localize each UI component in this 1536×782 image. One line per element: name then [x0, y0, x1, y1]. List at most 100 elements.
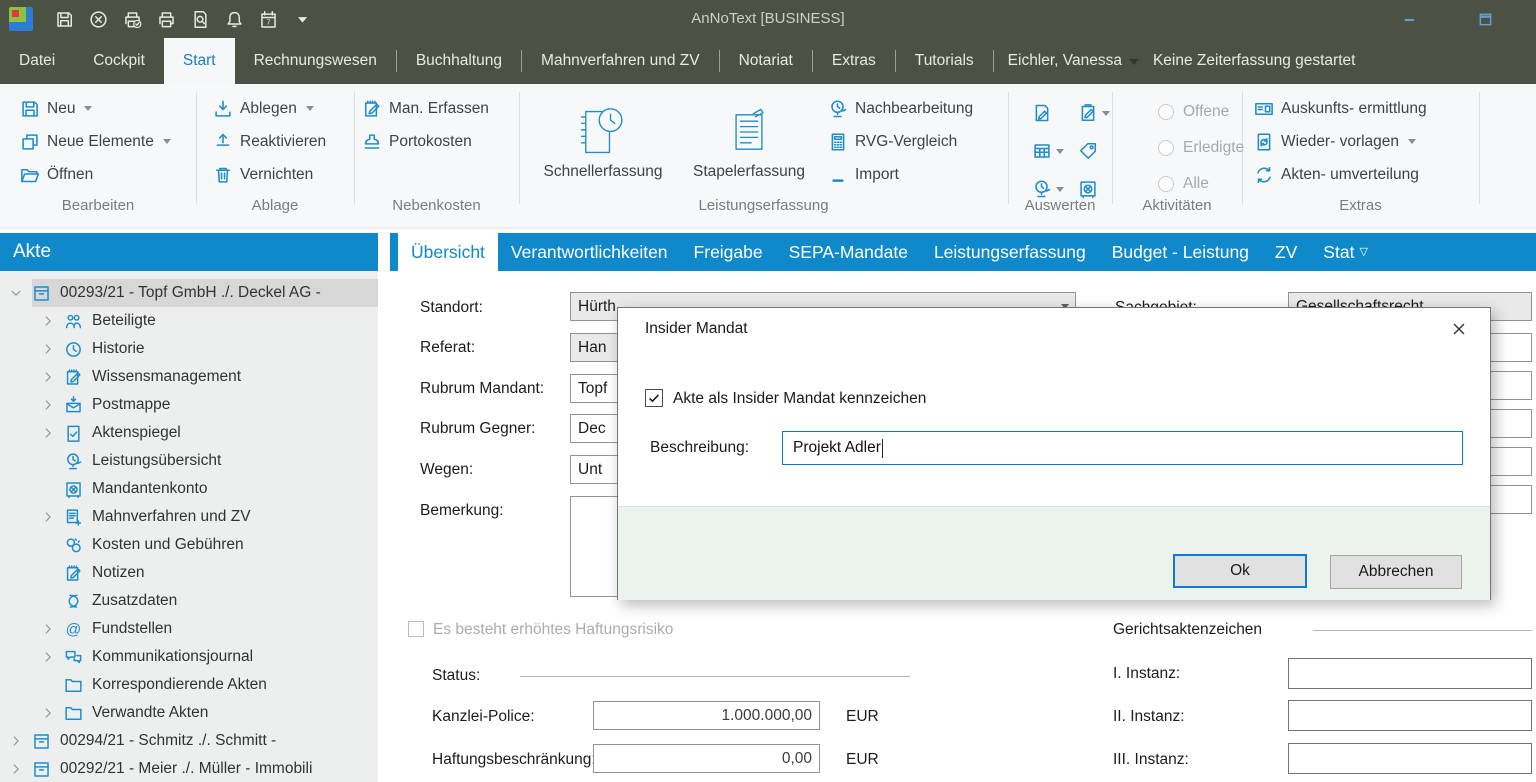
neue-elemente-button[interactable]: Neue Elemente — [20, 125, 171, 158]
printer-check-icon[interactable] — [123, 10, 142, 29]
tree-item-content: Mandantenkonto — [64, 475, 378, 503]
tree-item-00294-21-schmitz-schmitt[interactable]: 00294/21 - Schmitz ./. Schmitt - — [0, 727, 378, 755]
tree-item-00292-21-meier-müller-immobili[interactable]: 00292/21 - Meier ./. Müller - Immobili — [0, 755, 378, 782]
instanz2-input[interactable] — [1288, 700, 1532, 731]
tab-stat[interactable]: Stat▽ — [1310, 233, 1381, 271]
ok-button[interactable]: Ok — [1173, 554, 1307, 588]
rvg-vergleich-button[interactable]: RVG-Vergleich — [828, 125, 973, 158]
menu-tab-tutorials[interactable]: Tutorials — [896, 38, 993, 84]
man-erfassen-button[interactable]: Man. Erfassen — [362, 92, 489, 125]
nachbearbeitung-button[interactable]: Nachbearbeitung — [828, 92, 973, 125]
menu-tab-rechnungswesen[interactable]: Rechnungswesen — [235, 38, 396, 84]
menu-tab-buchhaltung[interactable]: Buchhaltung — [397, 38, 521, 84]
portokosten-button[interactable]: Portokosten — [362, 125, 489, 158]
menu-tab-mahnverfahren-und-zv[interactable]: Mahnverfahren und ZV — [522, 38, 719, 84]
ribbon-group-leistungserfassung: SchnellerfassungStapelerfassung — [530, 89, 822, 181]
collapse-icon[interactable] — [9, 286, 23, 300]
haftungsrisiko-checkbox[interactable] — [408, 621, 424, 637]
button-label: Reaktivieren — [240, 133, 326, 151]
tree-item-wissensmanagement[interactable]: Wissensmanagement — [0, 363, 378, 391]
instanz3-input[interactable] — [1288, 743, 1532, 774]
radio-offene[interactable]: Offene — [1158, 94, 1244, 130]
tab-freigabe[interactable]: Freigabe — [681, 233, 776, 271]
tree-item-fundstellen[interactable]: @Fundstellen — [0, 615, 378, 643]
tab-verantwortlichkeiten[interactable]: Verantwortlichkeiten — [498, 233, 681, 271]
doc-search-icon[interactable] — [191, 10, 210, 29]
printer-icon[interactable] — [157, 10, 176, 29]
expand-icon[interactable] — [41, 650, 55, 664]
tree-item-kommunikationsjournal[interactable]: Kommunikationsjournal — [0, 643, 378, 671]
tree-item-00293-21-topf-gmbh-deckel-ag[interactable]: 00293/21 - Topf GmbH ./. Deckel AG - — [0, 279, 378, 307]
expand-icon[interactable] — [41, 342, 55, 356]
auskunfts-ermittlung-button[interactable]: Auskunfts- ermittlung — [1254, 92, 1427, 125]
menu-tab-datei[interactable]: Datei — [0, 38, 74, 84]
tab-übersicht[interactable]: Übersicht — [398, 233, 498, 271]
expand-icon[interactable] — [41, 622, 55, 636]
tree-item-notizen[interactable]: Notizen — [0, 559, 378, 587]
instanz1-input[interactable] — [1288, 658, 1532, 689]
time-report-button[interactable] — [1032, 170, 1078, 208]
akten-umverteilung-button[interactable]: Akten- umverteilung — [1254, 158, 1427, 191]
archive-down-icon — [213, 99, 233, 119]
expand-icon[interactable] — [41, 510, 55, 524]
tree-item-mandantenkonto[interactable]: Mandantenkonto — [0, 475, 378, 503]
vernichten-button[interactable]: Vernichten — [213, 158, 326, 191]
table-report-button[interactable] — [1032, 132, 1078, 170]
document-report-button[interactable] — [1032, 94, 1078, 132]
wieder-vorlagen-button[interactable]: Wieder- vorlagen — [1254, 125, 1427, 158]
calendar7-icon[interactable]: 7 — [259, 10, 278, 29]
clipboard-report-button[interactable] — [1078, 94, 1124, 132]
radio-erledigte[interactable]: Erledigte — [1158, 130, 1244, 166]
expand-icon[interactable] — [41, 398, 55, 412]
note-edit-icon — [362, 99, 382, 119]
tree-item-aktenspiegel[interactable]: Aktenspiegel — [0, 419, 378, 447]
menu-tab-notariat[interactable]: Notariat — [720, 38, 812, 84]
tree-item-historie[interactable]: Historie — [0, 335, 378, 363]
floppy-icon[interactable] — [55, 10, 74, 29]
menu-tab-cockpit[interactable]: Cockpit — [74, 38, 164, 84]
radio-alle[interactable]: Alle — [1158, 166, 1244, 202]
expand-icon[interactable] — [41, 426, 55, 440]
cancel-button[interactable]: Abbrechen — [1330, 555, 1462, 589]
expand-icon[interactable] — [9, 762, 23, 776]
haftungsbeschraenkung-input[interactable]: 0,00 — [593, 744, 820, 773]
import-button[interactable]: Import — [828, 158, 973, 191]
tree-item-leistungsübersicht[interactable]: Leistungsübersicht — [0, 447, 378, 475]
tree-item-beteiligte[interactable]: Beteiligte — [0, 307, 378, 335]
tree-item-postmappe[interactable]: Postmappe — [0, 391, 378, 419]
tree-item-mahnverfahren-und-zv[interactable]: Mahnverfahren und ZV — [0, 503, 378, 531]
tree-item-kosten-und-gebühren[interactable]: Kosten und Gebühren — [0, 531, 378, 559]
tab-zv[interactable]: ZV — [1262, 233, 1310, 271]
close-icon[interactable] — [1448, 318, 1470, 340]
caret-down-icon[interactable] — [293, 10, 312, 29]
minimize-button[interactable] — [1396, 8, 1422, 30]
expand-icon[interactable] — [41, 370, 55, 384]
menu-tab-start[interactable]: Start — [164, 38, 235, 84]
ablegen-button[interactable]: Ablegen — [213, 92, 326, 125]
tree-item-label: Postmappe — [92, 396, 170, 414]
tab-leistungserfassung[interactable]: Leistungserfassung — [921, 233, 1099, 271]
tree-item-zusatzdaten[interactable]: Zusatzdaten — [0, 587, 378, 615]
circle-x-icon[interactable] — [89, 10, 108, 29]
kanzlei-police-input[interactable]: 1.000.000,00 — [593, 701, 820, 730]
tree-item-verwandte-akten[interactable]: Verwandte Akten — [0, 699, 378, 727]
stapelerfassung-button[interactable]: Stapelerfassung — [676, 89, 822, 181]
menu-tab-extras[interactable]: Extras — [813, 38, 895, 84]
tag-button[interactable] — [1078, 132, 1124, 170]
expand-icon[interactable] — [41, 314, 55, 328]
insider-mandat-checkbox[interactable] — [645, 389, 663, 407]
beschreibung-input[interactable]: Projekt Adler — [782, 431, 1463, 465]
neu-button[interactable]: Neu — [20, 92, 171, 125]
maximize-button[interactable] — [1472, 8, 1498, 30]
tree-item-korrespondierende-akten[interactable]: Korrespondierende Akten — [0, 671, 378, 699]
user-menu[interactable]: Eichler, Vanessa — [994, 38, 1149, 84]
schnellerfassung-button[interactable]: Schnellerfassung — [530, 89, 676, 181]
tab-sepa-mandate[interactable]: SEPA-Mandate — [776, 233, 921, 271]
expand-icon[interactable] — [41, 706, 55, 720]
reaktivieren-button[interactable]: Reaktivieren — [213, 125, 326, 158]
bell-icon[interactable] — [225, 10, 244, 29]
standort-label: Standort: — [420, 299, 483, 317]
tab-budget-leistung[interactable]: Budget - Leistung — [1099, 233, 1262, 271]
öffnen-button[interactable]: Öffnen — [20, 158, 171, 191]
expand-icon[interactable] — [9, 734, 23, 748]
